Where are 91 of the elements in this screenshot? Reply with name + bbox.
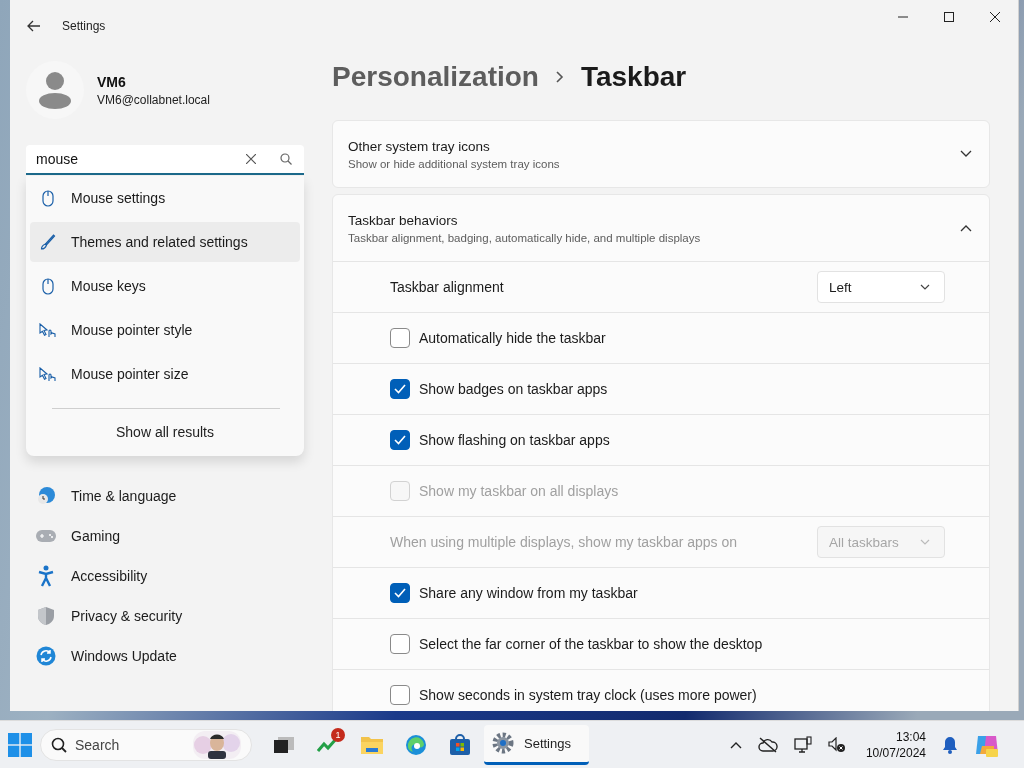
bell-icon[interactable] [942, 735, 958, 754]
folder-icon [360, 734, 384, 755]
suggestion-item[interactable]: Mouse pointer style [30, 310, 300, 350]
network-icon[interactable] [793, 735, 812, 754]
suggestion-item[interactable]: Mouse settings [30, 178, 300, 218]
settings-search-input[interactable]: mouse [36, 151, 222, 167]
breadcrumb-link[interactable]: Personalization [332, 61, 539, 93]
controller-icon [35, 529, 57, 543]
suggestion-label: Mouse keys [71, 278, 146, 294]
taskbar-app[interactable]: Settings [484, 724, 589, 765]
nav-item[interactable]: Time & language [26, 476, 320, 516]
suggestion-label: Mouse pointer size [71, 366, 189, 382]
setting-label: Select the far corner of the taskbar to show the desktop [419, 636, 763, 652]
store-bag-icon [449, 733, 471, 756]
checkmark-icon [394, 384, 406, 394]
gear-icon [492, 732, 514, 754]
nav-item[interactable]: Gaming [26, 516, 320, 556]
setting-label: When using multiple displays, show my taskbar apps on [390, 534, 738, 550]
clear-icon[interactable] [246, 154, 256, 164]
chevron-down-icon [920, 539, 930, 545]
setting-label: Show seconds in system tray clock (uses more power) [419, 687, 757, 703]
suggestion-item[interactable]: Themes and related settings [30, 222, 300, 262]
suggestion-item[interactable]: Mouse pointer size [30, 354, 300, 394]
suggestion-item[interactable]: Mouse keys [30, 266, 300, 306]
checkbox[interactable] [390, 583, 410, 603]
nav-item[interactable]: Windows Update [26, 636, 320, 676]
setting-label: Show flashing on taskbar apps [419, 432, 610, 448]
account-email: VM6@collabnet.local [97, 92, 210, 107]
pointer-icon [39, 366, 57, 382]
checkmark-icon [394, 435, 406, 445]
checkmark-icon [394, 588, 406, 598]
taskbar-search-input[interactable]: Search [75, 736, 185, 753]
speaker-muted-icon[interactable] [827, 736, 846, 753]
clock-time[interactable]: 13:04 [895, 728, 926, 745]
checkbox[interactable] [390, 634, 410, 654]
setting-label: Show my taskbar on all displays [419, 483, 619, 499]
card-description: Show or hide additional system tray icons [348, 157, 561, 170]
task-view-icon [273, 735, 295, 754]
setting-label: Taskbar alignment [390, 279, 504, 295]
close-icon [990, 12, 1000, 22]
dropdown[interactable]: Left [817, 271, 945, 303]
search-icon [51, 736, 67, 753]
start-icon[interactable] [8, 732, 32, 757]
setting-label: Share any window from my taskbar [419, 585, 638, 601]
suggestion-label: Themes and related settings [71, 234, 248, 250]
nav-label: Time & language [71, 488, 177, 504]
pointer-icon [39, 322, 57, 338]
shield-icon [35, 606, 57, 626]
nav-label: Privacy & security [71, 608, 183, 624]
maximize-icon [944, 12, 954, 22]
window-title: Settings [62, 19, 106, 33]
mouse-icon [39, 189, 57, 207]
suggestion-label: Mouse pointer style [71, 322, 193, 338]
back-arrow-icon[interactable] [27, 20, 41, 32]
checkbox[interactable] [390, 328, 410, 348]
cloud-off-icon[interactable] [757, 736, 778, 753]
globe-clock-icon [35, 486, 57, 506]
card-title: Taskbar behaviors [348, 212, 459, 228]
checkbox[interactable] [390, 685, 410, 705]
card-description: Taskbar alignment, badging, automatically hide, and multiple displays [348, 231, 702, 244]
browser-icon [405, 733, 427, 756]
chevron-down-icon [960, 150, 972, 158]
card-header[interactable]: Other system tray icons Show or hide additional system tray icons [333, 121, 989, 187]
nav-label: Windows Update [71, 648, 177, 664]
chevron-down-icon [920, 284, 930, 290]
notification-badge: 1 [331, 727, 345, 742]
show-all-results-button[interactable]: Show all results [30, 409, 300, 455]
taskbar-app[interactable]: 1 [308, 724, 348, 765]
chevron-right-icon [555, 71, 564, 83]
card-header[interactable]: Taskbar behaviors Taskbar alignment, badging, automatically hide, and multiple displays [333, 195, 989, 261]
setting-label: Automatically hide the taskbar [419, 330, 606, 346]
suggestion-label: Mouse settings [71, 190, 166, 206]
taskbar-search-box[interactable]: Search [40, 728, 252, 761]
search-icon[interactable] [280, 153, 292, 165]
page-title: Taskbar [580, 61, 687, 93]
card-title: Other system tray icons [348, 138, 491, 154]
brush-icon [39, 233, 57, 251]
checkbox[interactable] [390, 379, 410, 399]
mouse-icon [39, 277, 57, 295]
chevron-up-icon[interactable] [729, 740, 742, 749]
nav-label: Accessibility [71, 568, 148, 584]
chevron-up-icon [960, 224, 972, 232]
sync-icon [35, 646, 57, 666]
checkbox[interactable] [390, 430, 410, 450]
setting-label: Show badges on taskbar apps [419, 381, 608, 397]
nav-label: Gaming [71, 528, 121, 544]
settings-search-box[interactable]: mouse [26, 145, 304, 175]
account-name: VM6 [97, 73, 127, 90]
nav-item[interactable]: Accessibility [26, 556, 320, 596]
clock-date[interactable]: 10/07/2024 [865, 744, 926, 761]
nav-item[interactable]: Privacy & security [26, 596, 320, 636]
